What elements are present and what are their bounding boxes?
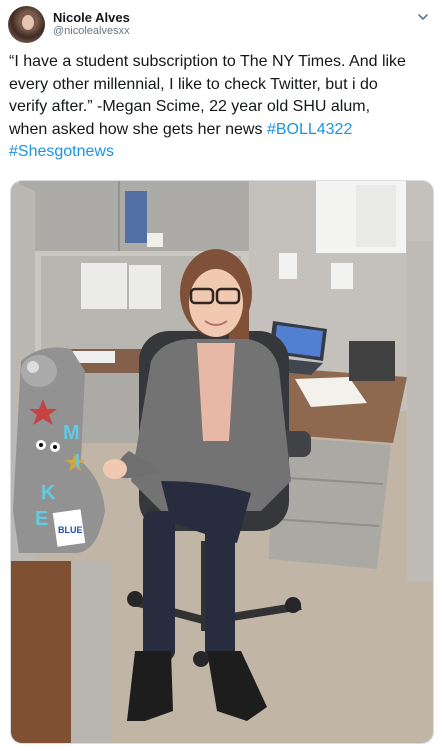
chevron-down-icon[interactable] [416, 10, 430, 24]
author-names[interactable]: Nicole Alves @nicolealvesxx [53, 10, 130, 38]
tweet-card: Nicole Alves @nicolealvesxx “I have a st… [0, 0, 442, 751]
tweet-text-line: #Shesgotnews [9, 141, 435, 164]
tweet-text-line: verify after.” -Megan Scime, 22 year old… [9, 98, 371, 115]
tweet-text-line: when asked how she gets her news #BOLL43… [9, 119, 435, 142]
tweet-header: Nicole Alves @nicolealvesxx [8, 6, 434, 44]
avatar[interactable] [8, 6, 45, 43]
office-photo: M I K E BLUE [11, 181, 433, 743]
tweet-text-line: “I have a student subscription to The NY… [9, 53, 406, 70]
tweet-text-segment: when asked how she gets her news [9, 120, 267, 138]
author-display-name[interactable]: Nicole Alves [53, 10, 130, 25]
avatar-face [22, 15, 34, 30]
author-handle[interactable]: @nicolealvesxx [53, 25, 130, 38]
hashtag-link-shesgotnews[interactable]: #Shesgotnews [9, 143, 114, 160]
tweet-text: “I have a student subscription to The NY… [9, 51, 435, 164]
tweet-text-line: every other millennial, I like to check … [9, 75, 378, 93]
tweet-photo[interactable]: M I K E BLUE [10, 180, 434, 744]
hashtag-link-boll4322[interactable]: #BOLL4322 [267, 121, 352, 138]
